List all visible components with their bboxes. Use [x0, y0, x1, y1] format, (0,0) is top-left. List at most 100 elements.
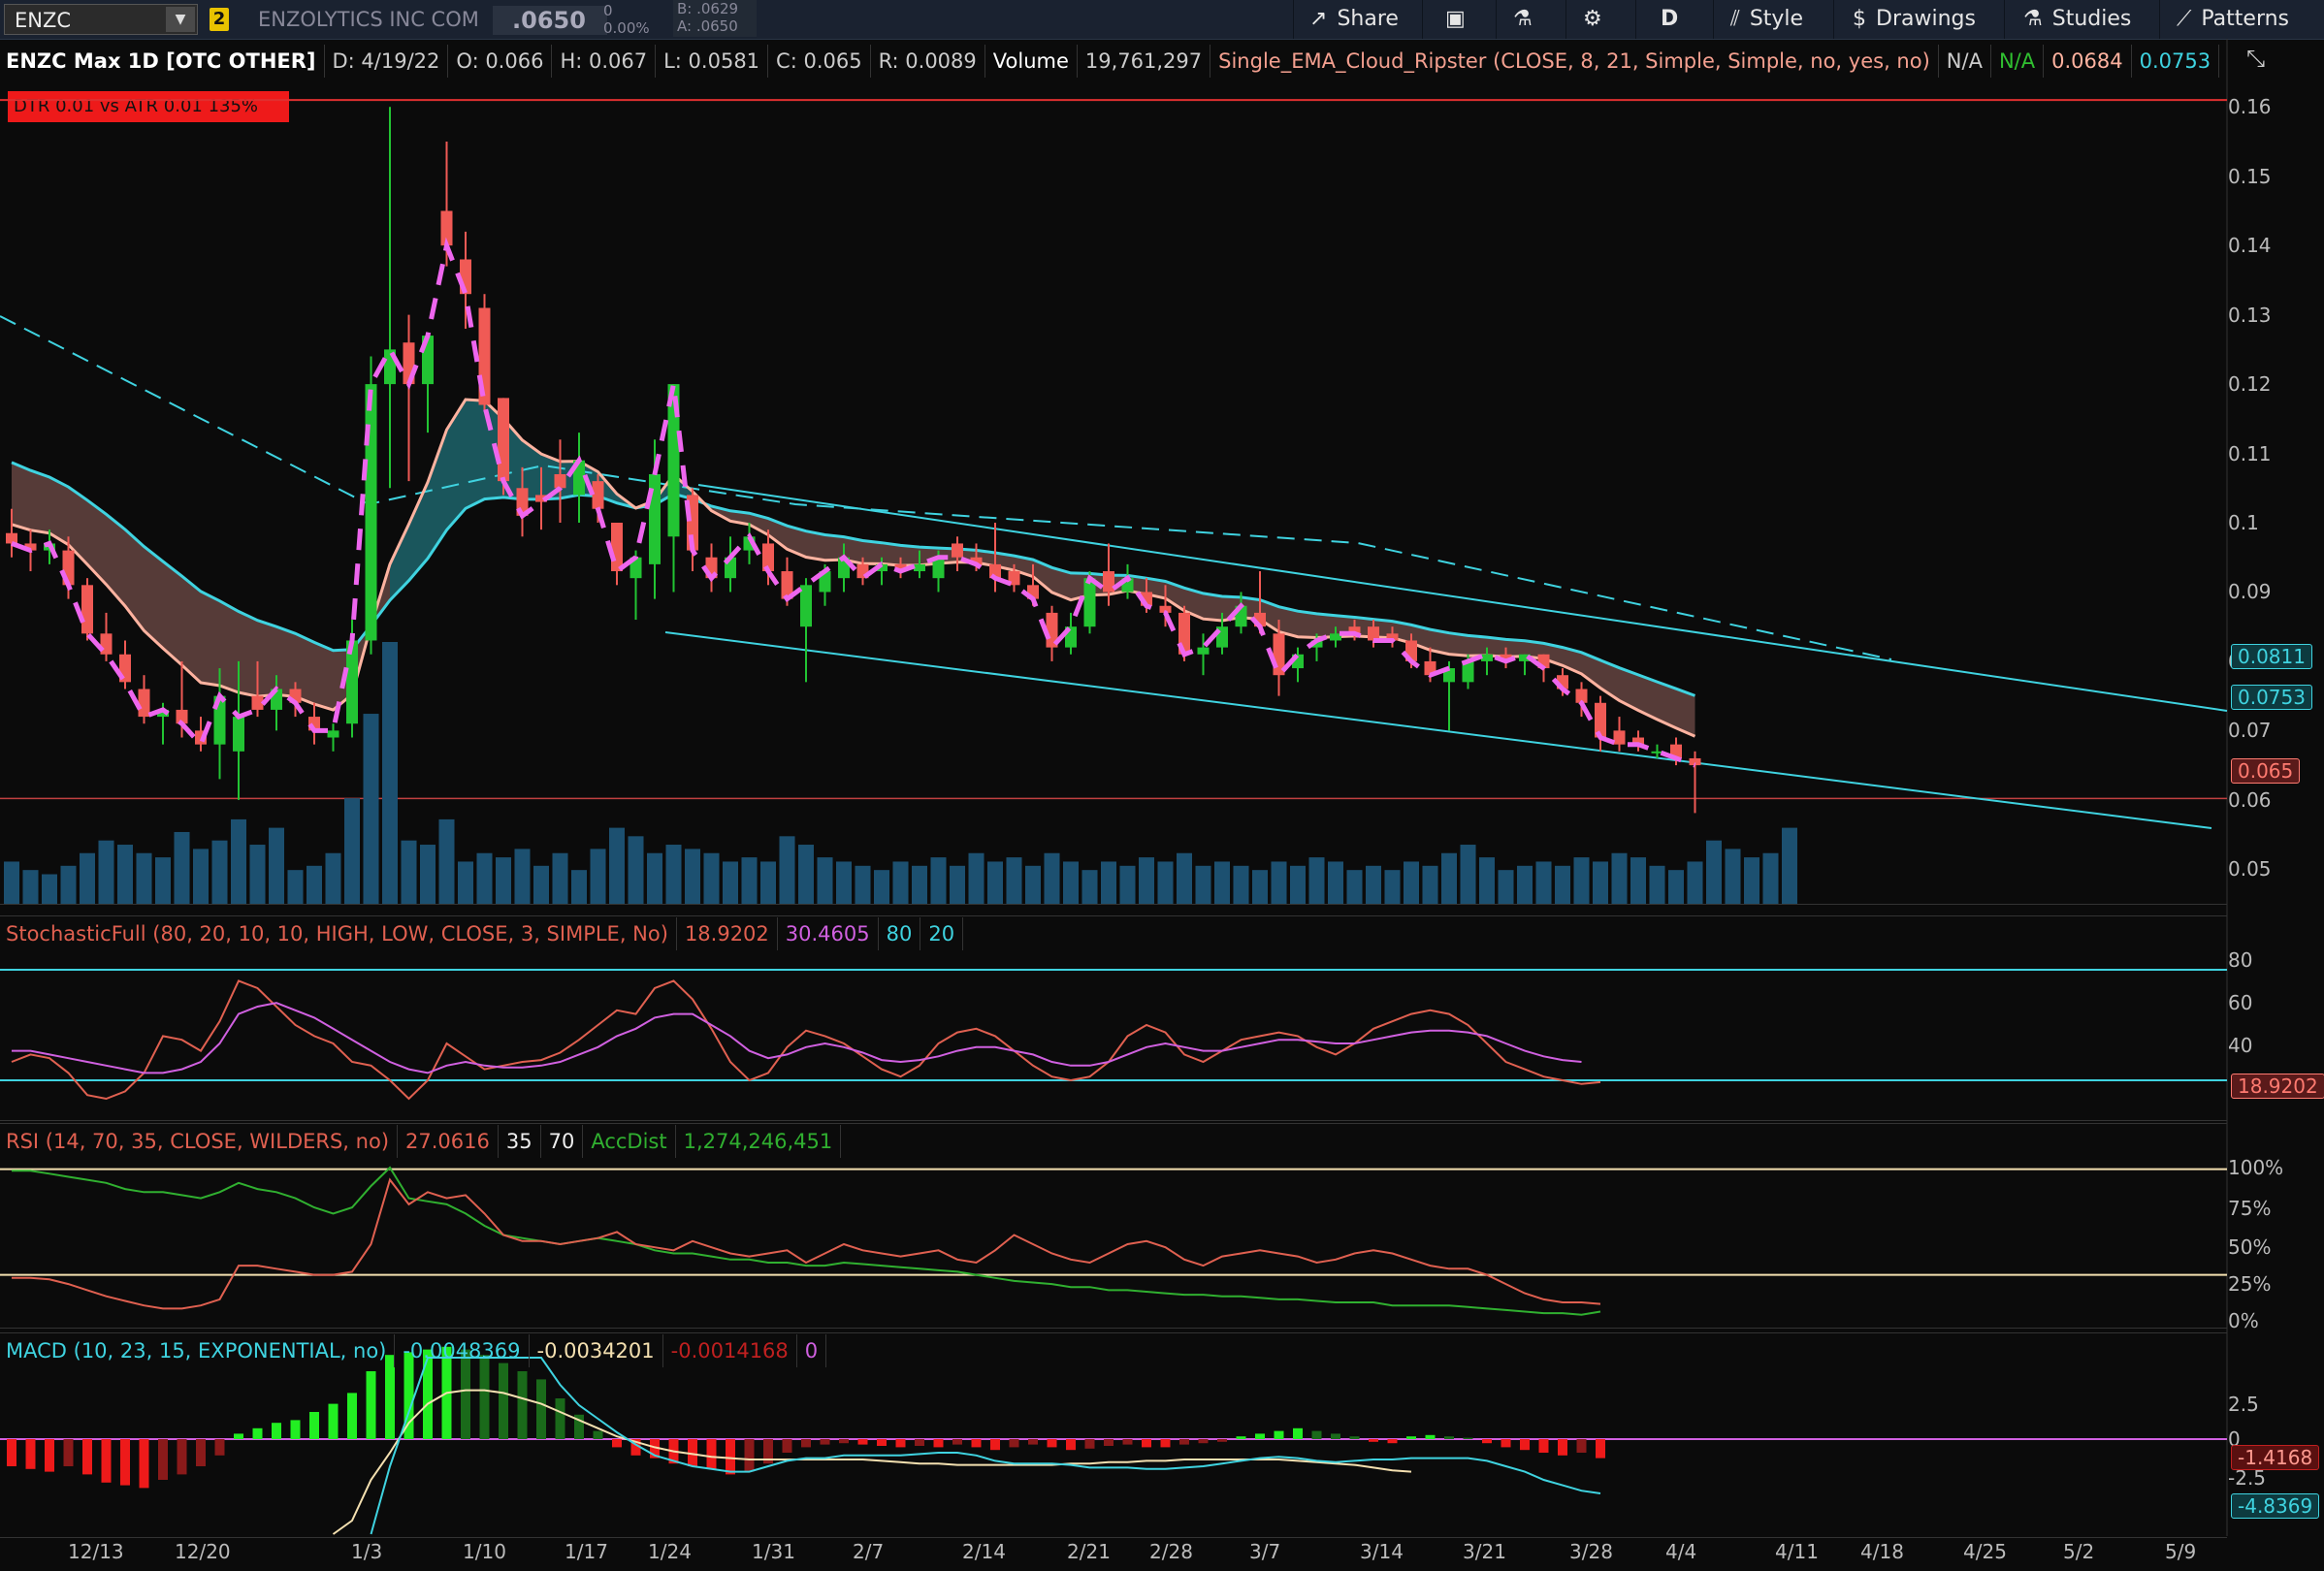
- volume-bar: [1593, 861, 1608, 904]
- rsi-tick: 75%: [2228, 1197, 2272, 1220]
- volume-bar: [836, 861, 852, 904]
- volume-bar: [363, 714, 379, 904]
- candle-body: [554, 473, 566, 489]
- volume-bar: [665, 845, 682, 904]
- date-tick: 12/13: [68, 1540, 124, 1563]
- volume-bar: [231, 818, 246, 904]
- volume-bar: [950, 865, 965, 904]
- volume-bar: [1441, 852, 1457, 904]
- volume-bar: [1157, 861, 1174, 904]
- rsi-tick: 0%: [2228, 1309, 2259, 1332]
- volume-bar: [779, 836, 795, 904]
- price-tick: 0.1: [2228, 511, 2259, 534]
- volume-bar: [496, 857, 511, 904]
- volume-bar: [1233, 865, 1249, 904]
- volume-bar: [174, 831, 190, 904]
- rsi-tick: 25%: [2228, 1272, 2272, 1296]
- volume-bar: [1044, 852, 1060, 904]
- rsi-tick: 100%: [2228, 1156, 2284, 1179]
- volume-bar: [1328, 861, 1343, 904]
- volume-bar: [703, 852, 720, 904]
- candle-body: [649, 473, 661, 564]
- volume-bar: [476, 852, 493, 904]
- volume-bar: [1668, 870, 1684, 904]
- macd-panel: [0, 1332, 2227, 1538]
- volume-bar: [1630, 857, 1646, 904]
- macd-value-label: -4.8369: [2231, 1493, 2320, 1519]
- price-tick: 0.15: [2228, 164, 2272, 188]
- macd-tick: 2.5: [2228, 1393, 2259, 1416]
- last-price-label: 0.065: [2231, 758, 2301, 784]
- volume-bar: [855, 865, 871, 904]
- candle-body: [138, 689, 150, 718]
- volume-bar: [741, 857, 758, 904]
- volume-bar: [269, 827, 284, 904]
- volume-bar: [1063, 861, 1079, 904]
- price-tick: 0.05: [2228, 857, 2272, 882]
- ema-cloud-segment: [257, 620, 276, 697]
- volume-bar: [1573, 857, 1590, 904]
- volume-bar: [1649, 865, 1665, 904]
- volume-bar: [155, 857, 171, 904]
- ema-slow-price-label: 0.0753: [2231, 685, 2312, 710]
- ema-cloud-segment: [1468, 635, 1487, 657]
- date-tick: 1/10: [463, 1540, 506, 1563]
- volume-bar: [609, 827, 625, 904]
- volume-bar: [912, 865, 927, 904]
- date-tick: 1/31: [752, 1540, 795, 1563]
- volume-bar: [344, 798, 360, 904]
- stoch-tick: 80: [2228, 948, 2253, 972]
- volume-bar: [533, 865, 549, 904]
- ema-cloud-segment: [1298, 611, 1317, 638]
- ema-cloud-segment: [428, 430, 447, 559]
- volume-bar: [987, 861, 1003, 904]
- date-tick: 2/7: [853, 1540, 885, 1563]
- stoch-last-label: 18.9202: [2231, 1074, 2324, 1099]
- price-tick: 0.12: [2228, 372, 2272, 397]
- volume-bar: [42, 874, 57, 904]
- volume-bar: [1460, 845, 1476, 904]
- candle-body: [6, 532, 17, 544]
- volume-bar: [874, 870, 889, 904]
- volume-bar: [438, 818, 455, 904]
- volume-bar: [1177, 852, 1192, 904]
- ema-cloud-segment: [201, 591, 220, 687]
- volume-bar: [458, 861, 473, 904]
- volume-bar: [930, 857, 947, 904]
- ema-fast-price-label: 0.0811: [2231, 644, 2312, 669]
- volume-bar: [60, 865, 77, 904]
- candle-body: [327, 730, 339, 738]
- volume-bar: [628, 836, 644, 904]
- candle-body: [1481, 654, 1493, 661]
- volume-bar: [590, 849, 606, 904]
- date-tick: 4/18: [1860, 1540, 1904, 1563]
- candle-body: [233, 717, 244, 752]
- long-ma-dashed-line: [0, 315, 1892, 660]
- volume-bar: [382, 642, 398, 904]
- date-tick: 2/21: [1067, 1540, 1111, 1563]
- volume-bar: [1101, 861, 1116, 904]
- price-tick: 0.06: [2228, 787, 2272, 812]
- candle-body: [1103, 571, 1114, 593]
- volume-bar: [98, 840, 114, 904]
- volume-bar: [685, 849, 700, 904]
- volume-bar: [571, 870, 587, 904]
- volume-bar: [514, 849, 531, 904]
- date-tick: 2/14: [962, 1540, 1006, 1563]
- candle-body: [914, 563, 925, 572]
- volume-bar: [193, 849, 209, 904]
- ema-cloud-segment: [30, 470, 49, 533]
- volume-bar: [1479, 857, 1495, 904]
- volume-bar: [1498, 870, 1514, 904]
- volume-bar: [647, 852, 662, 904]
- volume-bar: [325, 852, 341, 904]
- date-tick: 4/25: [1963, 1540, 2007, 1563]
- date-tick: 1/24: [648, 1540, 692, 1563]
- date-tick: 3/28: [1569, 1540, 1613, 1563]
- volume-bar: [1422, 865, 1438, 904]
- candle-body: [81, 585, 93, 634]
- volume-bar: [1214, 861, 1230, 904]
- ema-cloud-segment: [900, 545, 920, 566]
- stoch-tick: 60: [2228, 991, 2253, 1014]
- volume-bar: [1762, 852, 1779, 904]
